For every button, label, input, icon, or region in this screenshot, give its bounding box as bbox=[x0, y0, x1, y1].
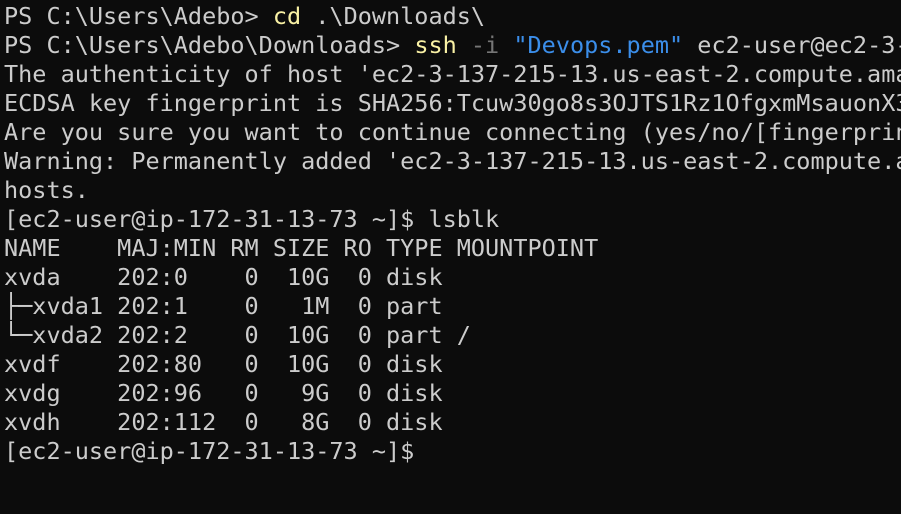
lsblk-header: NAME MAJ:MIN RM SIZE RO TYPE MOUNTPOINT bbox=[4, 234, 599, 262]
final-prompt-line[interactable]: [ec2-user@ip-172-31-13-73 ~]$ bbox=[4, 437, 901, 466]
lsblk-row: xvda 202:0 0 10G 0 disk bbox=[4, 263, 443, 291]
lsblk-row: xvdg 202:96 0 9G 0 disk bbox=[4, 379, 443, 407]
lsblk-row: ├─xvda1 202:1 0 1M 0 part bbox=[4, 292, 443, 320]
lsblk-row: xvdf 202:80 0 10G 0 disk bbox=[4, 350, 443, 378]
ssh-command: ssh bbox=[414, 31, 457, 59]
terminal-line-cd: PS C:\Users\Adebo> cd .\Downloads\ bbox=[4, 2, 901, 31]
ssh-space bbox=[499, 31, 513, 59]
warning-message-continued: hosts. bbox=[4, 176, 89, 204]
terminal-line-ssh: PS C:\Users\Adebo\Downloads> ssh -i "Dev… bbox=[4, 31, 901, 60]
ssh-target: ec2-user@ec2-3-1 bbox=[683, 31, 901, 59]
terminal-window[interactable]: PS C:\Users\Adebo> cd .\Downloads\ PS C:… bbox=[0, 0, 901, 514]
fingerprint-message: ECDSA key fingerprint is SHA256:Tcuw30go… bbox=[4, 89, 901, 117]
lsblk-row: └─xvda2 202:2 0 10G 0 part / bbox=[4, 321, 471, 349]
authenticity-message: The authenticity of host 'ec2-3-137-215-… bbox=[4, 60, 901, 88]
cd-args: .\Downloads\ bbox=[301, 2, 486, 30]
shell-prompt: [ec2-user@ip-172-31-13-73 ~]$ bbox=[4, 437, 415, 465]
warning-message: Warning: Permanently added 'ec2-3-137-21… bbox=[4, 147, 901, 175]
confirm-question: Are you sure you want to continue connec… bbox=[4, 118, 901, 146]
cd-command: cd bbox=[272, 2, 302, 30]
lsblk-command-line: [ec2-user@ip-172-31-13-73 ~]$ lsblk bbox=[4, 205, 500, 233]
ps-prompt: PS C:\Users\Adebo\Downloads> bbox=[4, 31, 415, 59]
ssh-keyfile: "Devops.pem" bbox=[513, 31, 684, 59]
ps-prompt: PS C:\Users\Adebo> bbox=[4, 2, 273, 30]
ssh-flag: -i bbox=[456, 31, 500, 59]
lsblk-row: xvdh 202:112 0 8G 0 disk bbox=[4, 408, 443, 436]
